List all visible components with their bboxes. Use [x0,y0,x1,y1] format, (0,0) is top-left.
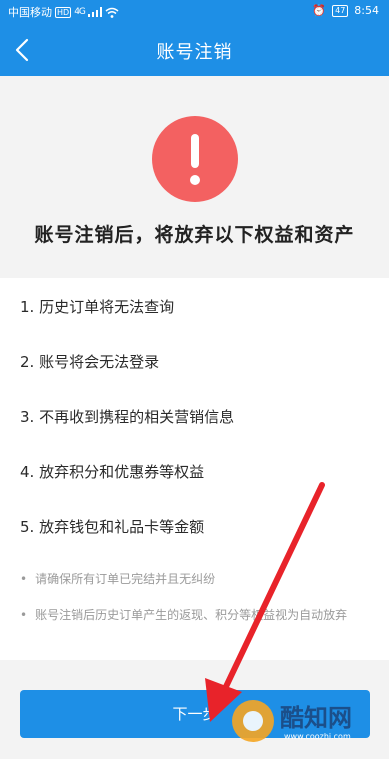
list-item: 2. 账号将会无法登录 [20,353,160,371]
watermark-text: 酷知网 [280,704,352,732]
watermark-url: www.coozhi.com [284,732,351,741]
alarm-icon: ⏰ [312,4,327,17]
list-item: 5. 放弃钱包和礼品卡等金额 [20,518,205,536]
carrier-label: 中国移动 [8,6,52,19]
clock: 8:54 [354,4,379,17]
exclamation-icon [152,116,238,202]
page-title: 账号注销 [156,42,233,63]
wifi-icon [105,7,119,18]
list-item: 3. 不再收到携程的相关营销信息 [20,408,235,426]
hd-badge: HD [55,6,72,18]
exclamation-dot [190,175,200,185]
note-text: 请确保所有订单已完结并且无纠纷 [35,572,216,586]
nav-bar: 账号注销 [0,24,389,76]
bullet-dot: • [20,608,28,622]
exclamation-bar [191,134,199,168]
list-item: 4. 放弃积分和优惠券等权益 [20,463,205,481]
bullet-dot: • [20,572,28,586]
note-item: • 账号注销后历史订单产生的返现、积分等权益视为自动放弃 [20,604,370,626]
watermark-logo-icon [232,700,274,742]
status-left: 中国移动 HD 4G [8,4,119,20]
status-bar: 中国移动 HD 4G ⏰ 47 8:54 [0,0,389,24]
status-right: ⏰ 47 8:54 [312,4,379,17]
network-signal-icon: 4G [74,7,86,17]
signal-bars-icon [87,7,102,17]
watermark: 酷知网 www.coozhi.com [232,696,372,746]
consequence-list: 1. 历史订单将无法查询 2. 账号将会无法登录 3. 不再收到携程的相关营销信… [0,278,389,660]
battery-icon: 47 [332,4,349,17]
warning-headline: 账号注销后，将放弃以下权益和资产 [34,224,355,246]
note-item: • 请确保所有订单已完结并且无纠纷 [20,568,370,590]
list-item: 1. 历史订单将无法查询 [20,298,175,316]
note-text: 账号注销后历史订单产生的返现、积分等权益视为自动放弃 [35,608,348,622]
